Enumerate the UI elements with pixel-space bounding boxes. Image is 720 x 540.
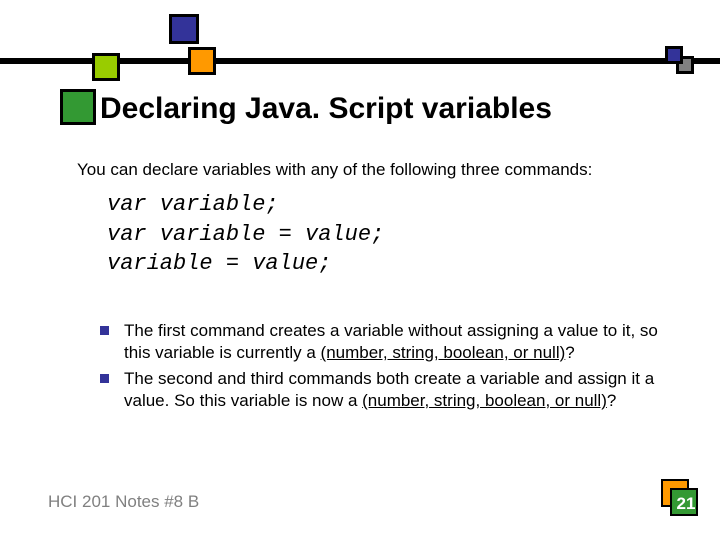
- bullet-text-underline: (number, string, boolean, or null): [362, 391, 607, 410]
- code-line-3: variable = value;: [107, 251, 331, 276]
- bullet-item: The first command creates a variable wit…: [100, 320, 680, 364]
- code-line-2: var variable = value;: [107, 222, 384, 247]
- footer-text: HCI 201 Notes #8 B: [48, 492, 199, 512]
- square-orange: [188, 47, 216, 75]
- code-block: var variable; var variable = value; vari…: [107, 190, 384, 279]
- code-line-1: var variable;: [107, 192, 279, 217]
- bullet-text-post: ?: [565, 343, 574, 362]
- bullet-square-icon: [100, 374, 109, 383]
- bullet-square-icon: [100, 326, 109, 335]
- square-lime: [92, 53, 120, 81]
- bullet-text-post: ?: [607, 391, 616, 410]
- bullet-text-underline: (number, string, boolean, or null): [321, 343, 566, 362]
- square-purple-right: [665, 46, 683, 64]
- bullet-item: The second and third commands both creat…: [100, 368, 680, 412]
- intro-text: You can declare variables with any of th…: [77, 160, 592, 180]
- square-purple-top: [169, 14, 199, 44]
- page-number: 21: [670, 488, 702, 520]
- bullet-list: The first command creates a variable wit…: [100, 320, 680, 416]
- page-number-box: 21: [670, 488, 700, 518]
- slide-title: Declaring Java. Script variables: [100, 92, 552, 126]
- square-green-title: [60, 89, 96, 125]
